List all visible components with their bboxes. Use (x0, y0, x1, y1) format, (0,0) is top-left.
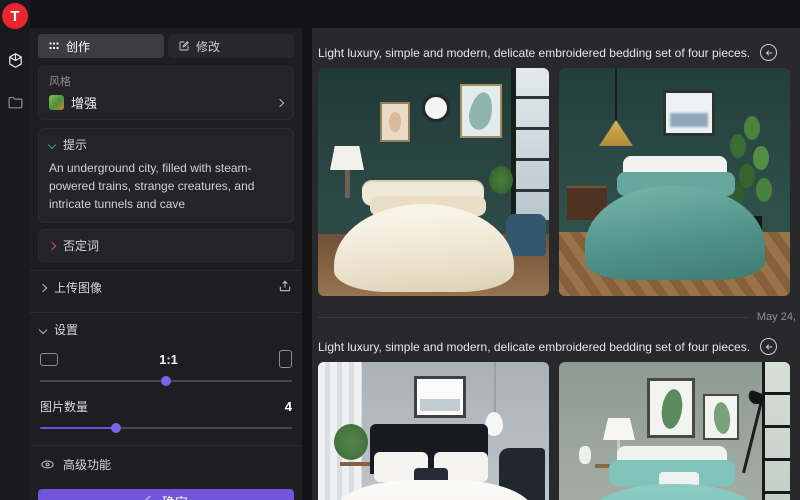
scene-wall-art (647, 378, 695, 438)
scene-vase (579, 446, 591, 464)
generated-image-4[interactable] (559, 362, 790, 500)
upload-icon[interactable] (278, 279, 292, 296)
negative-words-section[interactable]: 否定词 (38, 229, 294, 262)
app-window: T 创作 修改 风格 增强 (0, 0, 800, 500)
tab-create-label: 创作 (66, 38, 90, 55)
divider-line (318, 317, 749, 318)
scene-lamp (603, 418, 635, 440)
scene-plant (334, 424, 368, 460)
scene-window (762, 362, 790, 500)
scene-wall-art (703, 394, 739, 440)
scene-window (511, 68, 549, 220)
image-count-value: 4 (285, 399, 292, 414)
image-count-row: 图片数量 4 (38, 398, 294, 415)
aspect-ratio-row: 1:1 (38, 346, 294, 368)
scene-pendant-lamp (599, 120, 633, 146)
edit-icon (178, 40, 190, 52)
scene-plant (744, 116, 760, 140)
reuse-prompt-icon[interactable] (760, 44, 777, 61)
negative-words-label: 否定词 (63, 237, 99, 254)
chevron-down-icon (39, 325, 47, 333)
image-grid-row-2 (318, 362, 790, 500)
advanced-features-row[interactable]: 高级功能 (38, 446, 294, 481)
scene-clock (422, 94, 450, 122)
scene-chair (506, 214, 546, 256)
scene-wall-art (380, 102, 410, 142)
mode-tabs: 创作 修改 (38, 34, 294, 58)
landscape-ratio-icon[interactable] (40, 353, 58, 366)
brand-logo[interactable]: T (2, 3, 28, 29)
scene-duvet (585, 186, 765, 280)
chevron-right-icon (48, 241, 56, 249)
reuse-prompt-icon[interactable] (760, 338, 777, 355)
scene-lamp-cord (494, 362, 496, 414)
generated-image-3[interactable] (318, 362, 549, 500)
grid-icon (48, 40, 60, 52)
chevron-right-icon (276, 98, 284, 106)
scene-plant (489, 166, 513, 194)
creation-sidebar: 创作 修改 风格 增强 提示 An underground city, fill… (30, 28, 302, 500)
scene-lamp-cord (615, 68, 617, 122)
moon-icon: ☾ (144, 495, 156, 500)
advanced-features-label: 高级功能 (63, 456, 111, 473)
prompt-text[interactable]: An underground city, filled with steam-p… (49, 159, 283, 213)
scene-floor-lamp (742, 401, 763, 474)
prompt-input[interactable]: 提示 An underground city, filled with stea… (38, 128, 294, 223)
left-rail: T (0, 0, 30, 500)
scene-stool (340, 462, 370, 466)
portrait-ratio-icon[interactable] (279, 350, 292, 368)
slider-thumb[interactable] (111, 423, 121, 433)
model-cube-icon[interactable] (6, 51, 24, 69)
folder-icon[interactable] (6, 93, 24, 111)
prompt-label: 提示 (63, 136, 87, 153)
generation-caption: Light luxury, simple and modern, delicat… (318, 338, 790, 355)
scene-wall-art (414, 376, 466, 418)
style-thumbnail-icon (49, 95, 64, 110)
settings-label: 设置 (54, 321, 78, 338)
scene-wall-art (663, 90, 715, 136)
generated-image-2[interactable] (559, 68, 790, 296)
brand-logo-letter: T (10, 8, 19, 25)
confirm-button[interactable]: ☾ 确定 (38, 489, 294, 500)
slider-thumb[interactable] (161, 376, 171, 386)
chevron-right-icon (39, 283, 47, 291)
scene-wall-art (460, 84, 502, 138)
generated-image-1[interactable] (318, 68, 549, 296)
upload-image-label: 上传图像 (54, 279, 102, 296)
generation-date: May 24, (757, 311, 796, 323)
image-count-slider[interactable] (40, 423, 292, 433)
caption-text: Light luxury, simple and modern, delicat… (318, 46, 750, 60)
gallery-feed: Light luxury, simple and modern, delicat… (312, 28, 800, 500)
eye-icon (40, 457, 55, 472)
aspect-ratio-value: 1:1 (58, 352, 279, 367)
generation-caption: Light luxury, simple and modern, delicat… (318, 44, 790, 61)
aspect-ratio-slider[interactable] (40, 376, 292, 386)
image-count-label: 图片数量 (40, 398, 88, 415)
tab-edit-label: 修改 (196, 38, 220, 55)
style-selector[interactable]: 风格 增强 (38, 66, 294, 120)
confirm-button-label: 确定 (162, 492, 188, 500)
scene-lamp-stem (345, 170, 350, 198)
settings-section-header[interactable]: 设置 (38, 313, 294, 346)
scene-duvet (334, 204, 514, 292)
caption-text: Light luxury, simple and modern, delicat… (318, 340, 750, 354)
style-label: 风格 (49, 73, 283, 89)
tab-edit[interactable]: 修改 (168, 34, 294, 58)
scene-duvet (581, 484, 767, 500)
style-value: 增强 (71, 93, 270, 112)
tab-create[interactable]: 创作 (38, 34, 164, 58)
scene-lamp (330, 146, 364, 170)
image-grid-row-1 (318, 68, 790, 296)
slider-track[interactable] (40, 427, 292, 429)
date-separator: May 24, (318, 311, 790, 323)
upload-image-section[interactable]: 上传图像 (38, 271, 294, 304)
chevron-down-icon (48, 140, 56, 148)
